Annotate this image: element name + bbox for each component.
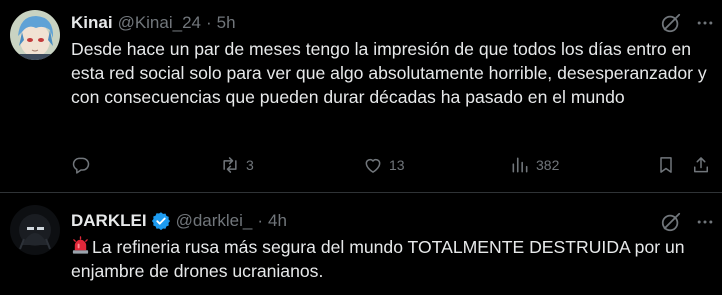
tweet-header: DARKLEI @darklei_ · 4h [71,209,287,233]
reply-icon [72,157,90,174]
separator-dot: · [257,211,264,230]
share-button[interactable] [691,153,711,177]
views-count: 382 [536,157,560,173]
avatar-image [10,205,60,255]
retweet-count: 3 [246,157,254,173]
siren-icon [72,236,89,254]
timeline-feed: Kinai @Kinai_24 · 5h Desde hace un par d… [0,0,722,295]
more-options-button[interactable] [694,211,716,233]
tweet-header: Kinai @Kinai_24 · 5h [71,11,236,35]
author-name[interactable]: DARKLEI [71,211,147,231]
bookmark-button[interactable] [656,153,676,177]
grok-icon [661,212,681,232]
timestamp[interactable]: 4h [268,211,287,231]
separator-dot: · [206,13,212,32]
timestamp[interactable]: 5h [217,13,236,33]
tweet[interactable]: Kinai @Kinai_24 · 5h Desde hace un par d… [0,0,722,193]
reply-button[interactable] [71,153,97,177]
avatar-image [10,10,60,60]
verified-badge-icon[interactable] [151,211,171,231]
author-handle[interactable]: @darklei_ [176,211,253,231]
more-icon [697,21,713,25]
tweet-actions: 3 13 382 [71,153,712,177]
retweet-button[interactable]: 3 [220,153,254,177]
like-icon [365,158,381,173]
avatar[interactable] [10,205,60,255]
share-icon [694,157,708,173]
tweet-text: La refineria rusa más segura del mundo T… [71,237,685,281]
like-count: 13 [389,157,405,173]
like-button[interactable]: 13 [363,153,405,177]
grok-icon [661,13,681,33]
views-icon [512,157,528,173]
views-button[interactable]: 382 [510,153,559,177]
grok-button[interactable] [660,211,682,233]
avatar[interactable] [10,10,60,60]
author-name[interactable]: Kinai [71,13,113,33]
more-icon [697,220,713,224]
tweet-text: Desde hace un par de meses tengo la impr… [71,39,707,107]
author-handle[interactable]: @Kinai_24 [118,13,201,33]
grok-button[interactable] [660,12,682,34]
more-options-button[interactable] [694,12,716,34]
retweet-icon [223,157,237,173]
tweet-text-container: La refineria rusa más segura del mundo T… [71,235,710,283]
tweet[interactable]: DARKLEI @darklei_ · 4h La refineria rusa… [0,194,722,295]
bookmark-icon [660,157,672,173]
